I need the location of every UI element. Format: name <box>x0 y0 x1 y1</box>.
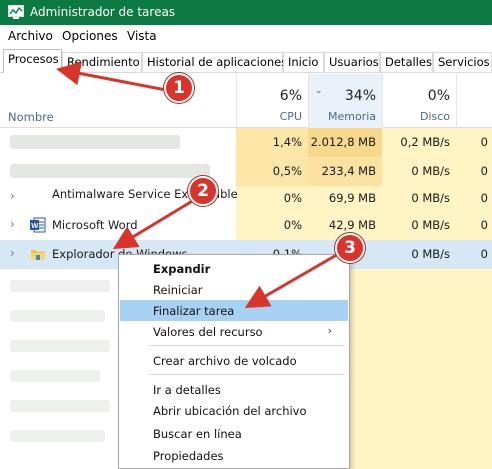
menu-item-label: Valores del recurso <box>153 325 263 339</box>
cpu-total: 6% <box>279 88 302 104</box>
menu-item-label: Crear archivo de volcado <box>153 354 297 368</box>
disk-value: 0 MB/s <box>411 191 450 205</box>
menu-item-crear-volcado[interactable]: Crear archivo de volcado <box>120 350 348 371</box>
menu-item-label: Reiniciar <box>153 283 203 297</box>
column-nombre[interactable]: Nombre <box>8 110 54 124</box>
column-disco[interactable]: 0% Disco <box>382 74 456 128</box>
window-title: Administrador de tareas <box>30 5 176 19</box>
net-value: 0 <box>480 247 488 261</box>
menu-item-label: Ir a detalles <box>153 383 221 397</box>
word-icon: W <box>30 217 46 233</box>
disk-value: 0 MB/s <box>411 164 450 178</box>
net-value: 0 <box>480 164 488 178</box>
blurred-row <box>10 340 110 352</box>
annotation-badge-3: 3 <box>335 233 365 263</box>
menu-item-label: Expandir <box>153 262 211 276</box>
svg-text:W: W <box>31 221 39 230</box>
tab-procesos[interactable]: Procesos <box>3 49 62 73</box>
process-row[interactable]: 1,4% 2.012,8 MB 0,2 MB/s 0 <box>0 128 492 157</box>
memory-total: 34% <box>344 88 376 104</box>
net-value: 0 <box>480 218 488 232</box>
menu-item-abrir-ubicacion[interactable]: Abrir ubicación del archivo <box>120 400 348 421</box>
disk-value: 0 MB/s <box>411 218 450 232</box>
disk-value: 0 MB/s <box>411 247 450 261</box>
task-manager-icon <box>8 5 24 19</box>
title-bar: Administrador de tareas <box>0 0 492 25</box>
sort-chevron-icon: ⌄ <box>315 86 323 96</box>
blurred-row <box>10 400 110 412</box>
annotation-badge-2: 2 <box>188 176 218 206</box>
chevron-right-icon[interactable]: › <box>10 217 15 231</box>
menu-item-buscar-en-linea[interactable]: Buscar en línea <box>120 423 348 444</box>
menu-item-label: Propiedades <box>153 449 224 463</box>
tab-strip: Procesos Rendimiento Historial de aplica… <box>0 49 492 73</box>
menu-item-propiedades[interactable]: Propiedades <box>120 445 348 466</box>
context-menu: Expandir Reiniciar Finalizar tarea Valor… <box>118 254 350 469</box>
menu-item-valores-recurso[interactable]: Valores del recurso › <box>120 321 348 342</box>
menu-item-ir-a-detalles[interactable]: Ir a detalles <box>120 379 348 400</box>
tab-servicios[interactable]: Servicios <box>433 52 492 72</box>
menu-item-finalizar-tarea[interactable]: Finalizar tarea <box>120 300 348 321</box>
memory-value: 69,9 MB <box>328 191 376 205</box>
menu-item-expandir[interactable]: Expandir <box>120 258 348 279</box>
column-cpu[interactable]: 6% CPU <box>236 74 308 128</box>
chevron-right-icon[interactable]: › <box>10 246 15 260</box>
annotation-badge-1: 1 <box>164 73 194 103</box>
menu-item-label: Abrir ubicación del archivo <box>153 404 307 418</box>
cpu-label: CPU <box>279 110 302 123</box>
disk-label: Disco <box>419 110 450 123</box>
menu-archivo[interactable]: Archivo <box>8 29 53 43</box>
menu-opciones[interactable]: Opciones <box>62 29 118 43</box>
column-header: Nombre 6% CPU ⌄ 34% Memoria 0% Disco <box>0 74 492 128</box>
folder-icon <box>31 250 45 260</box>
column-red[interactable] <box>456 74 492 128</box>
memory-value: 233,4 MB <box>321 164 376 178</box>
process-row-word[interactable]: › W Microsoft Word 0% 42,9 MB 0 MB/s 0 <box>0 211 492 240</box>
cpu-value: 0,5% <box>272 164 302 178</box>
disk-total: 0% <box>427 88 450 104</box>
cpu-value: 1,4% <box>272 135 302 149</box>
process-row[interactable]: 0,5% 233,4 MB 0 MB/s 0 <box>0 157 492 186</box>
menu-item-label: Finalizar tarea <box>153 304 235 318</box>
blurred-row <box>10 280 110 292</box>
process-row[interactable]: › Antimalware Service Executable 0% 69,9… <box>0 186 492 211</box>
blurred-row <box>10 370 100 382</box>
tab-usuarios[interactable]: Usuarios <box>324 52 380 72</box>
memory-value: 2.012,8 MB <box>310 135 376 149</box>
menu-vista[interactable]: Vista <box>127 29 157 43</box>
blurred-row <box>10 430 105 442</box>
tab-rendimiento[interactable]: Rendimiento <box>62 52 142 72</box>
net-value: 0 <box>480 135 488 149</box>
column-memoria[interactable]: ⌄ 34% Memoria <box>308 74 382 128</box>
chevron-right-icon[interactable]: › <box>10 189 15 203</box>
cpu-value: 0% <box>283 191 302 205</box>
process-name: Microsoft Word <box>52 218 138 232</box>
menu-separator <box>149 374 345 375</box>
tab-detalles[interactable]: Detalles <box>380 52 433 72</box>
menu-separator <box>149 345 345 346</box>
blurred-row <box>10 310 105 322</box>
tab-inicio[interactable]: Inicio <box>283 52 324 72</box>
menu-item-label: Buscar en línea <box>153 427 242 441</box>
blurred-name <box>10 135 180 149</box>
memory-value: 42,9 MB <box>328 218 376 232</box>
disk-value: 0,2 MB/s <box>400 135 450 149</box>
menu-bar: Archivo Opciones Vista <box>0 25 492 46</box>
menu-item-reiniciar[interactable]: Reiniciar <box>120 279 348 300</box>
net-value: 0 <box>480 191 488 205</box>
submenu-arrow-icon: › <box>327 324 332 337</box>
memory-label: Memoria <box>327 110 376 123</box>
blurred-name <box>10 164 210 178</box>
task-manager-window: Administrador de tareas Archivo Opciones… <box>0 0 492 469</box>
cpu-value: 0% <box>283 218 302 232</box>
tab-historial[interactable]: Historial de aplicaciones <box>142 52 287 72</box>
